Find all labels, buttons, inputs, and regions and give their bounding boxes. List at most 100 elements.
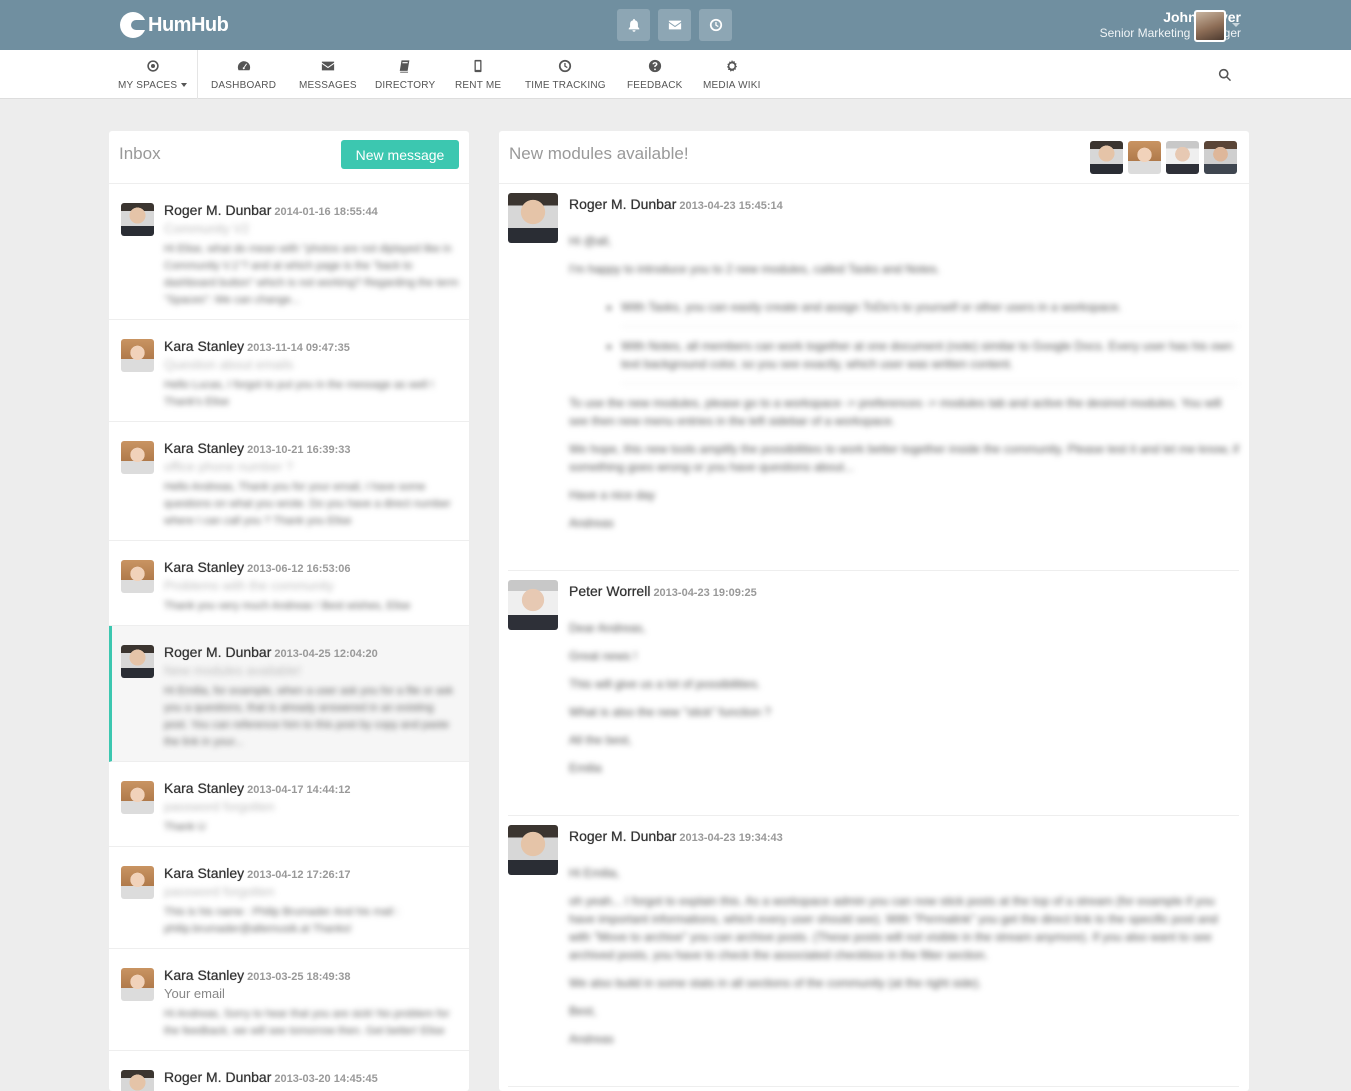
inbox-item[interactable]: Kara Stanley 2013-04-17 14:44:12 password … xyxy=(109,762,469,847)
inbox-list: Roger M. Dunbar 2014-01-16 18:55:44 Commun… xyxy=(109,184,469,1091)
avatar[interactable] xyxy=(508,580,558,630)
avatar xyxy=(121,1070,154,1091)
conversation-entry: Roger M. Dunbar 2013-04-23 19:34:43 Hi Emi… xyxy=(508,816,1239,1087)
avatar[interactable] xyxy=(508,825,558,875)
sender-name: Kara Stanley xyxy=(164,780,245,796)
body-paragraph: Hi Emilia, xyxy=(569,866,620,880)
entry-time: 2013-04-23 15:45:14 xyxy=(679,200,783,212)
body-paragraph: Dear Andreas, xyxy=(569,621,646,635)
message-header: Kara Stanley 2013-06-12 16:53:06 xyxy=(164,559,459,575)
humhub-logo[interactable]: HumHub xyxy=(120,11,229,39)
participant-avatar[interactable] xyxy=(1166,141,1199,174)
nav-media-wiki[interactable]: MEDIA WIKI xyxy=(703,50,761,99)
sender-name: Kara Stanley xyxy=(164,865,245,881)
nav-dashboard[interactable]: DASHBOARD xyxy=(211,50,276,99)
sender-name[interactable]: Roger M. Dunbar xyxy=(569,196,676,212)
body-paragraph: Hi @all, xyxy=(569,234,612,248)
nav-directory[interactable]: DIRECTORY xyxy=(375,50,435,99)
conversation-title: New modules available! xyxy=(509,144,689,163)
sender-name: Kara Stanley xyxy=(164,338,245,354)
activity-button[interactable] xyxy=(699,9,732,41)
nav-divider xyxy=(197,50,198,99)
body-paragraph: This will give us a lot of possibilities… xyxy=(569,677,761,691)
body-paragraph: oh yeah... I forgot to explain this. As … xyxy=(569,894,1218,962)
new-message-button[interactable]: New message xyxy=(341,140,459,169)
inbox-item[interactable]: Kara Stanley 2013-04-12 17:26:17 password … xyxy=(109,847,469,949)
message-subject: Your email xyxy=(164,986,225,1001)
body-paragraph: Andreas xyxy=(569,1032,614,1046)
nav-label-feedback: FEEDBACK xyxy=(627,79,683,91)
message-preview: Hello Lucas, I forgot to put you in the … xyxy=(164,379,434,408)
inbox-item[interactable]: Kara Stanley 2013-10-21 16:39:33 office ph… xyxy=(109,422,469,541)
nav-rent-me[interactable]: RENT ME xyxy=(455,50,501,99)
inbox-item[interactable]: Roger M. Dunbar 2014-01-16 18:55:44 Commun… xyxy=(109,184,469,320)
conversation-messages: Roger M. Dunbar 2013-04-23 15:45:14 Hi @al… xyxy=(508,184,1239,1087)
message-preview: Thank you very much Andreas ! Best wishe… xyxy=(164,600,411,612)
avatar xyxy=(121,645,154,678)
sender-name: Kara Stanley xyxy=(164,967,245,983)
participant-avatar[interactable] xyxy=(1204,141,1237,174)
envelope-icon xyxy=(668,20,681,30)
message-subject: New modules available! xyxy=(164,663,302,678)
nav-time-tracking[interactable]: TIME TRACKING xyxy=(525,50,606,99)
inbox-item[interactable]: Kara Stanley 2013-06-12 16:53:06 Problems … xyxy=(109,541,469,626)
message-header: Roger M. Dunbar 2013-04-25 12:04:20 xyxy=(164,644,459,660)
message-header: Roger M. Dunbar 2013-03-20 14:45:45 xyxy=(164,1069,459,1085)
avatar[interactable] xyxy=(508,193,558,243)
avatar xyxy=(121,968,154,1001)
avatar xyxy=(121,441,154,474)
body-paragraph: Andreas xyxy=(569,516,614,530)
message-time: 2013-06-12 16:53:06 xyxy=(247,563,351,575)
nav-messages[interactable]: MESSAGES xyxy=(299,50,357,99)
entry-header: Peter Worrell 2013-04-23 19:09:25 xyxy=(569,583,1239,599)
participant-list xyxy=(1090,141,1237,174)
top-bar: HumHub John Meyer Senior Marketing Manag… xyxy=(0,0,1351,50)
avatar xyxy=(121,560,154,593)
nav-label-my-spaces: MY SPACES xyxy=(118,79,178,91)
entry-time: 2013-04-23 19:34:43 xyxy=(679,832,783,844)
nav-label-media-wiki: MEDIA WIKI xyxy=(703,79,761,91)
notification-group xyxy=(617,9,732,41)
inbox-item[interactable]: Kara Stanley 2013-03-25 18:49:38 Your emai… xyxy=(109,949,469,1051)
participant-avatar[interactable] xyxy=(1090,141,1123,174)
sender-name: Kara Stanley xyxy=(164,559,245,575)
body-paragraph: We also build in some stats in all secti… xyxy=(569,976,982,990)
notifications-button[interactable] xyxy=(617,9,650,41)
message-header: Kara Stanley 2013-11-14 09:47:35 xyxy=(164,338,459,354)
mobile-icon xyxy=(474,59,482,72)
avatar[interactable] xyxy=(1194,10,1226,42)
participant-avatar[interactable] xyxy=(1128,141,1161,174)
sender-name[interactable]: Roger M. Dunbar xyxy=(569,828,676,844)
message-subject: password forgotten xyxy=(164,884,275,899)
message-header: Kara Stanley 2013-10-21 16:39:33 xyxy=(164,440,459,456)
sender-name: Roger M. Dunbar xyxy=(164,644,272,660)
inbox-item[interactable]: Kara Stanley 2013-11-14 09:47:35 Question … xyxy=(109,320,469,422)
messages-button[interactable] xyxy=(658,9,691,41)
message-preview: Thank U xyxy=(164,821,206,833)
question-icon xyxy=(648,59,661,72)
message-header: Roger M. Dunbar 2014-01-16 18:55:44 xyxy=(164,202,459,218)
body-list-item: With Notes, all members can work togethe… xyxy=(621,327,1239,384)
inbox-item[interactable]: Roger M. Dunbar 2013-03-20 14:45:45 xyxy=(109,1051,469,1091)
clock-icon xyxy=(559,59,572,72)
message-subject: office phone number ? xyxy=(164,459,294,474)
message-header: Kara Stanley 2013-04-17 14:44:12 xyxy=(164,780,459,796)
entry-time: 2013-04-23 19:09:25 xyxy=(653,587,757,599)
conversation-entry: Peter Worrell 2013-04-23 19:09:25 Dear And… xyxy=(508,571,1239,816)
message-subject: Community V2 xyxy=(164,221,250,236)
body-paragraph: To use the new modules, please go to a w… xyxy=(569,396,1222,428)
inbox-item[interactable]: Roger M. Dunbar 2013-04-25 12:04:20 New mo… xyxy=(109,626,469,762)
search-button[interactable] xyxy=(1218,68,1232,82)
nav-feedback[interactable]: FEEDBACK xyxy=(627,50,683,99)
body-paragraph: What is also the new "stick" function ? xyxy=(569,705,771,719)
chevron-down-icon[interactable] xyxy=(1232,23,1240,27)
nav-label-messages: MESSAGES xyxy=(299,79,357,91)
nav-my-spaces[interactable]: MY SPACES xyxy=(118,50,188,99)
message-preview: Hi Elise, what do mean with "photos are … xyxy=(164,243,459,306)
avatar xyxy=(121,866,154,899)
sender-name[interactable]: Peter Worrell xyxy=(569,583,650,599)
body-paragraph: Emilia xyxy=(569,761,602,775)
book-icon xyxy=(399,59,410,73)
entry-header: Roger M. Dunbar 2013-04-23 15:45:14 xyxy=(569,196,1239,212)
nav-label-dashboard: DASHBOARD xyxy=(211,79,277,91)
